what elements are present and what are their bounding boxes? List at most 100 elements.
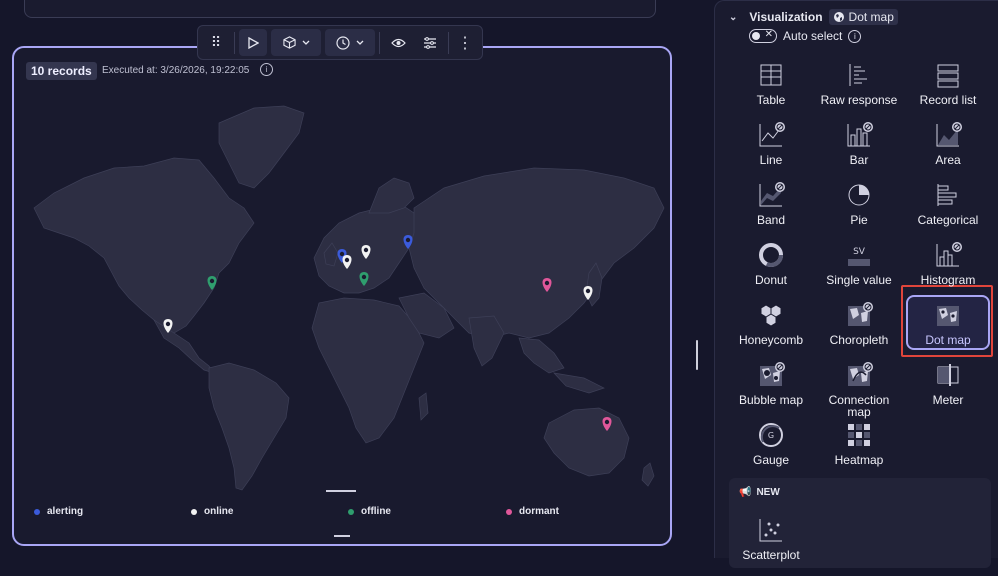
sliders-icon bbox=[424, 36, 436, 49]
tile-label: Pie bbox=[850, 213, 868, 227]
tile-gauge[interactable]: G Gauge bbox=[729, 419, 813, 481]
raw-response-icon bbox=[849, 64, 867, 86]
tile-honeycomb[interactable]: Honeycomb bbox=[729, 299, 813, 361]
cube-icon bbox=[282, 36, 296, 49]
tile-meter[interactable]: Meter bbox=[906, 359, 990, 421]
tile-bubble-map[interactable]: Bubble map bbox=[729, 359, 813, 421]
tile-record-list[interactable]: Record list bbox=[906, 59, 990, 121]
tile-line[interactable]: Line bbox=[729, 119, 813, 181]
tile-dot-map[interactable]: Dot map bbox=[906, 299, 990, 361]
clock-icon bbox=[336, 35, 350, 50]
tile-label: Heatmap bbox=[834, 453, 884, 467]
chevron-down-icon bbox=[356, 40, 364, 45]
legend-label: online bbox=[204, 506, 234, 517]
segments-dropdown[interactable] bbox=[271, 29, 321, 56]
histogram-icon bbox=[936, 242, 962, 267]
preview-button[interactable] bbox=[384, 29, 412, 56]
landmass-north-america bbox=[33, 157, 255, 334]
tile-label: Bar bbox=[849, 153, 869, 167]
legend-label: offline bbox=[361, 506, 391, 517]
legend-dot-dormant bbox=[506, 508, 512, 515]
tile-label: Choropleth bbox=[829, 333, 889, 347]
timeframe-dropdown[interactable] bbox=[325, 29, 375, 56]
legend-item-dormant[interactable]: dormant bbox=[506, 506, 559, 517]
tile-label: Donut bbox=[754, 273, 788, 287]
toolbar-separator bbox=[448, 31, 449, 54]
map-legend: alerting online offline dormant bbox=[14, 506, 670, 526]
tile-resize-handle[interactable] bbox=[334, 535, 350, 537]
previous-tile-card bbox=[24, 0, 656, 18]
landmass-southeast-asia bbox=[518, 337, 605, 394]
tile-label: Band bbox=[756, 213, 786, 227]
play-icon bbox=[248, 36, 259, 49]
tile-toolbar: ⠿ ⋮ bbox=[197, 25, 483, 60]
tile-label: Scatterplot bbox=[742, 548, 800, 562]
legend-label: dormant bbox=[519, 506, 559, 517]
tile-band[interactable]: Band bbox=[729, 179, 813, 241]
landmass-scandinavia bbox=[368, 177, 415, 214]
auto-select-row: ✕ Auto select i bbox=[749, 29, 862, 43]
landmass-africa bbox=[311, 297, 425, 444]
legend-dot-online bbox=[191, 508, 197, 515]
legend-item-offline[interactable]: offline bbox=[348, 506, 391, 517]
landmass-madagascar bbox=[418, 392, 429, 421]
landmass-new-zealand bbox=[641, 462, 655, 487]
tile-categorical[interactable]: Categorical bbox=[906, 179, 990, 241]
tile-choropleth[interactable]: Choropleth bbox=[817, 299, 901, 361]
tile-bar[interactable]: Bar bbox=[817, 119, 901, 181]
landmass-greenland bbox=[218, 105, 305, 189]
current-visualization-label: Dot map bbox=[848, 10, 894, 24]
visualization-panel: ⌄ Visualization Dot map ✕ Auto select i … bbox=[714, 0, 998, 568]
legend-item-alerting[interactable]: alerting bbox=[34, 506, 83, 517]
tile-single-value[interactable]: SV Single value bbox=[817, 239, 901, 301]
landmass-asia bbox=[408, 167, 665, 339]
chevron-down-icon bbox=[302, 40, 309, 45]
tile-label: Meter bbox=[932, 393, 964, 407]
tile-label: Raw response bbox=[820, 93, 898, 107]
honeycomb-icon bbox=[760, 304, 782, 327]
tile-label: Table bbox=[756, 93, 786, 107]
svg-text:G: G bbox=[768, 431, 774, 440]
tile-label: Line bbox=[759, 153, 783, 167]
visualization-section-header[interactable]: ⌄ Visualization Dot map bbox=[729, 9, 898, 25]
megaphone-icon: 📢 bbox=[739, 487, 752, 498]
line-chart-icon bbox=[759, 122, 785, 147]
tile-label: Bubble map bbox=[738, 393, 804, 407]
tile-label: Record list bbox=[919, 93, 977, 107]
new-header: 📢 NEW bbox=[739, 487, 780, 498]
tile-scatterplot[interactable]: Scatterplot bbox=[729, 514, 813, 576]
info-icon[interactable]: i bbox=[848, 29, 862, 43]
pie-chart-icon bbox=[848, 184, 870, 206]
new-visualizations-card: 📢 NEW Scatterplot bbox=[729, 478, 991, 568]
drag-handle-icon[interactable]: ⠿ bbox=[202, 29, 230, 56]
toolbar-separator bbox=[379, 31, 380, 54]
svg-text:SV: SV bbox=[853, 247, 866, 257]
tile-pie[interactable]: Pie bbox=[817, 179, 901, 241]
tile-label: Honeycomb bbox=[738, 333, 804, 347]
tile-heatmap[interactable]: Heatmap bbox=[817, 419, 901, 481]
landmass-australia bbox=[543, 407, 630, 477]
more-vertical-icon[interactable]: ⋮ bbox=[453, 29, 477, 56]
settings-button[interactable] bbox=[416, 29, 444, 56]
legend-label: alerting bbox=[47, 506, 84, 517]
chevron-down-icon[interactable]: ⌄ bbox=[729, 12, 737, 23]
donut-chart-icon bbox=[759, 243, 783, 267]
run-button[interactable] bbox=[239, 29, 267, 56]
legend-scroll-indicator[interactable] bbox=[326, 490, 356, 492]
tile-raw-response[interactable]: Raw response bbox=[817, 59, 901, 121]
legend-item-online[interactable]: online bbox=[191, 506, 233, 517]
tile-donut[interactable]: Donut bbox=[729, 239, 813, 301]
single-value-icon: SV bbox=[848, 247, 870, 266]
tile-label: Dot map bbox=[925, 333, 971, 347]
gauge-icon: G bbox=[759, 423, 783, 447]
globe-icon bbox=[833, 12, 844, 22]
auto-select-toggle[interactable]: ✕ bbox=[749, 29, 777, 43]
tile-label: Gauge bbox=[752, 453, 790, 467]
panel-splitter-handle[interactable] bbox=[696, 340, 698, 370]
tile-connection-map[interactable]: Connection map bbox=[817, 359, 901, 421]
tile-table[interactable]: Table bbox=[729, 59, 813, 121]
tile-histogram[interactable]: Histogram bbox=[906, 239, 990, 301]
heatmap-icon bbox=[848, 424, 870, 446]
tile-area[interactable]: Area bbox=[906, 119, 990, 181]
current-visualization-chip: Dot map bbox=[828, 9, 898, 25]
